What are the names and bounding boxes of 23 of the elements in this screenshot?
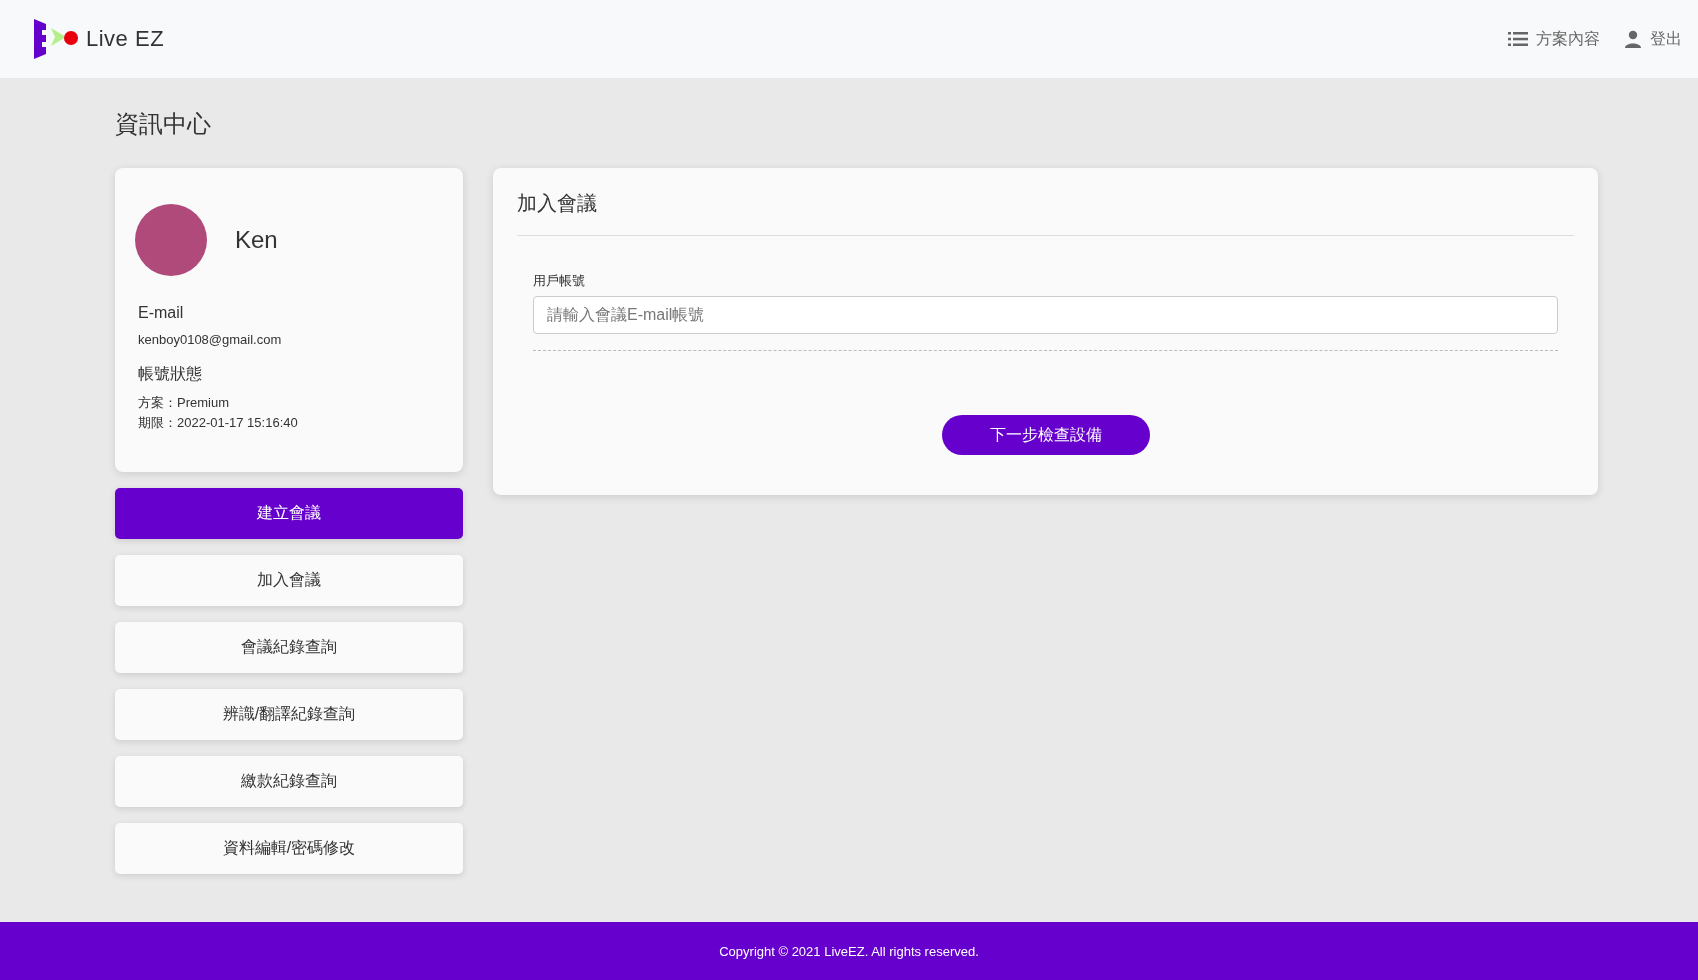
list-icon: [1508, 31, 1528, 47]
plans-link[interactable]: 方案內容: [1508, 28, 1600, 50]
field-label: 用戶帳號: [533, 272, 586, 290]
email-text: kenboy0108@gmail.com: [138, 331, 283, 349]
email-input-field[interactable]: 請輸入會議E-mail帳號: [533, 296, 1558, 334]
menu-button[interactable]: 繳款紀錄查詢: [115, 756, 463, 807]
form-title: 加入會議: [517, 190, 1574, 236]
menu-button[interactable]: 會議紀錄查詢: [115, 622, 463, 673]
page-title: 資訊中心: [115, 109, 212, 139]
status-label: 帳號狀態: [138, 364, 203, 384]
expiry-text: 期限：2022-01-17 15:16:40: [138, 414, 299, 432]
menu-button[interactable]: 辨識/翻譯紀錄查詢: [115, 689, 463, 740]
plan-text: 方案：Premium: [138, 394, 230, 412]
menu-button[interactable]: 建立會議: [115, 488, 463, 539]
copyright-text: Copyright © 2021 LiveEZ. All rights reserved.: [719, 943, 979, 959]
next-step-button[interactable]: 下一步檢查設備: [941, 415, 1150, 455]
logout-link[interactable]: 登出: [1624, 28, 1682, 50]
menu-button[interactable]: 加入會議: [115, 555, 463, 606]
person-icon: [1624, 30, 1642, 48]
menu-button[interactable]: 資料編輯/密碼修改: [115, 823, 463, 874]
brand-name: Live EZ: [86, 26, 165, 52]
user-name: Ken: [235, 226, 278, 254]
email-label: E-mail: [138, 304, 185, 322]
